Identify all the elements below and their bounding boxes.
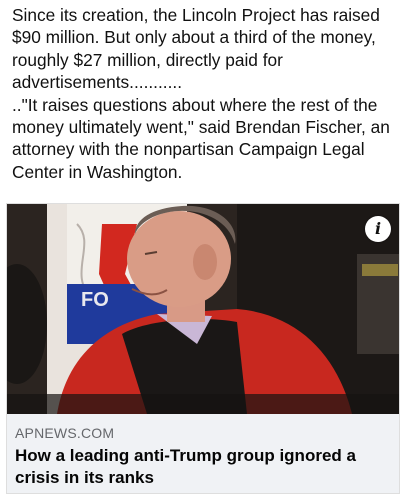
link-domain: APNEWS.COM (15, 425, 115, 441)
link-preview-card[interactable]: FO i APNEWS.COM How a leading anti-Trump… (6, 203, 400, 494)
sign-text: FO (81, 289, 109, 311)
news-photo: FO (7, 204, 399, 414)
post-paragraph-2: .."It raises questions about where the r… (12, 94, 390, 182)
post-paragraph-1: Since its creation, the Lincoln Project … (12, 5, 380, 93)
link-title[interactable]: How a leading anti-Trump group ignored a… (15, 445, 393, 489)
link-preview-meta[interactable]: APNEWS.COM How a leading anti-Trump grou… (7, 414, 399, 493)
link-preview-image[interactable]: FO i (7, 204, 399, 414)
post-text: Since its creation, the Lincoln Project … (12, 4, 404, 183)
info-icon[interactable]: i (365, 216, 391, 242)
